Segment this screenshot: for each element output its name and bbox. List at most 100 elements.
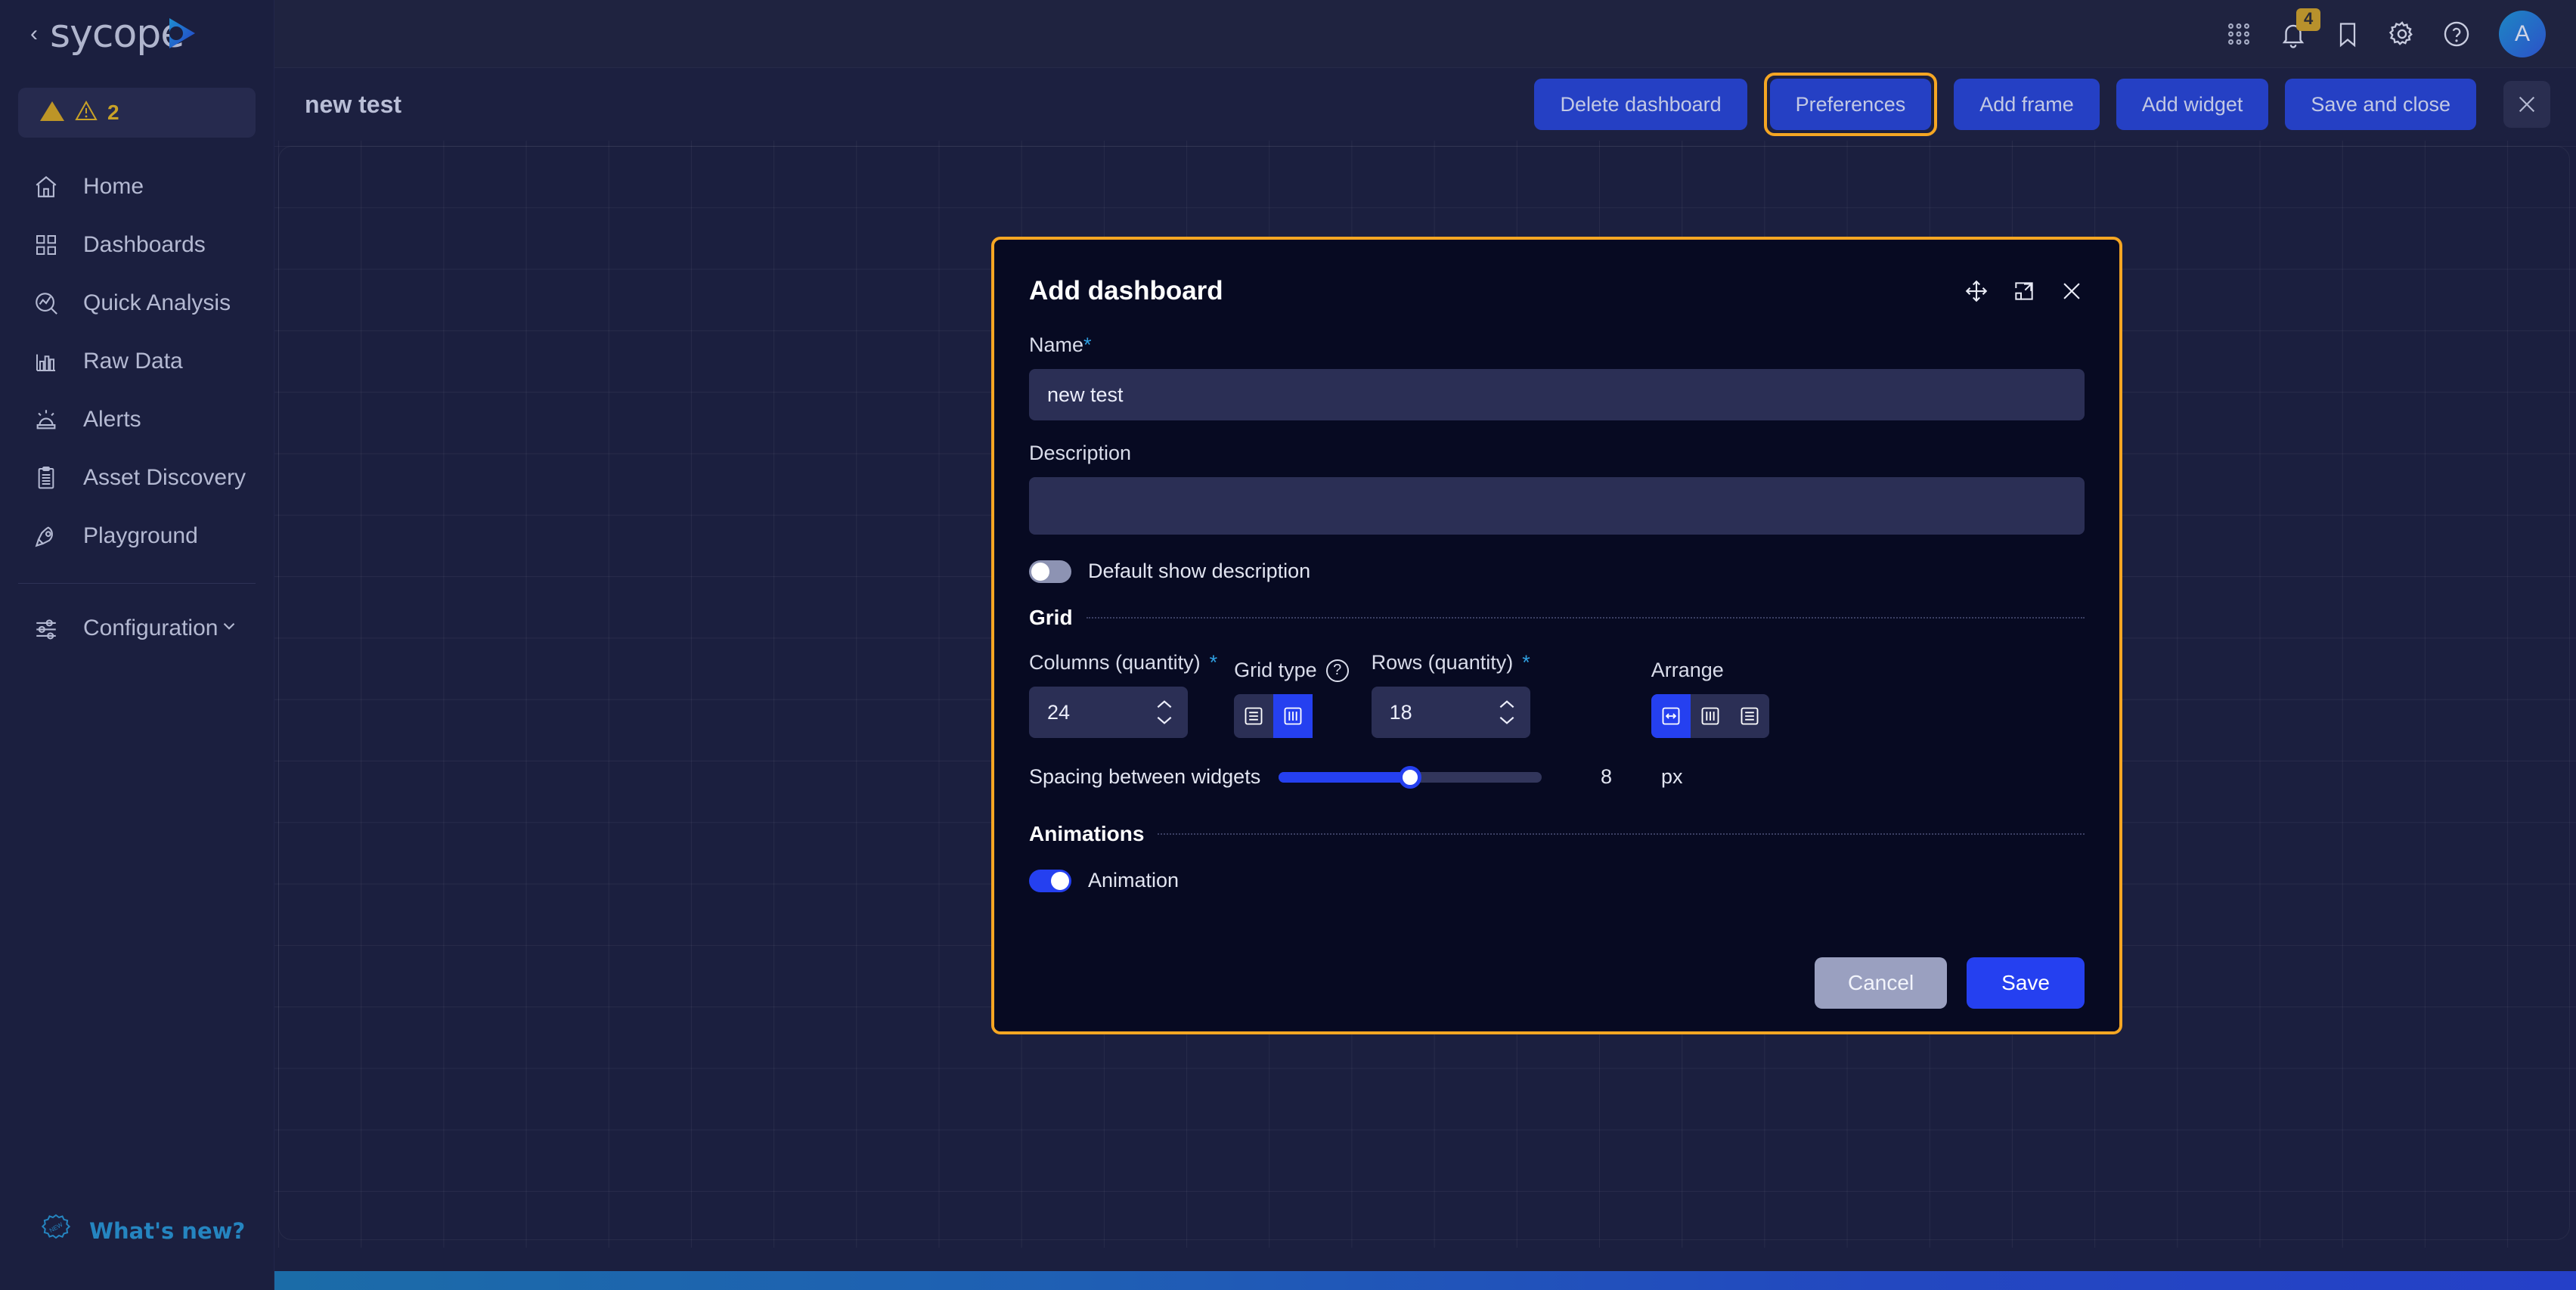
sidebar-item-label: Configuration <box>83 615 219 640</box>
cancel-button[interactable]: Cancel <box>1815 957 1948 1009</box>
grid-type-rows-option[interactable] <box>1234 694 1274 738</box>
description-field-block: Description <box>1029 442 2085 538</box>
clipboard-list-icon <box>32 464 60 492</box>
save-button[interactable]: Save <box>1967 957 2085 1009</box>
sidebar-logo-row: ‹ sycope <box>0 0 274 68</box>
home-icon <box>32 172 60 201</box>
required-asterisk: * <box>1083 333 1092 356</box>
animations-section-header: Animations <box>1029 822 2085 846</box>
add-dashboard-dialog: Add dashboard Name* new test Description… <box>991 237 2122 1034</box>
magnifier-chart-icon <box>32 289 60 318</box>
arrange-horizontal-option[interactable] <box>1651 694 1691 738</box>
dialog-body: Name* Description Default show descripti… <box>994 333 2119 935</box>
new-badge-icon: NEW <box>39 1212 73 1249</box>
name-label-text: Name <box>1029 333 1084 356</box>
modal-overlay: Add dashboard Name* new test Description… <box>274 0 2576 1290</box>
sidebar-item-home[interactable]: Home <box>0 157 274 216</box>
stepper-arrows[interactable] <box>1155 699 1174 725</box>
sliders-icon <box>32 614 60 643</box>
default-show-description-toggle[interactable] <box>1029 560 1071 583</box>
slider-thumb[interactable] <box>1399 765 1421 789</box>
whats-new-label: What's new? <box>89 1217 246 1244</box>
rows-stepper[interactable] <box>1371 687 1530 738</box>
sidebar-item-raw-data[interactable]: Raw Data <box>0 332 274 390</box>
grid-section-title: Grid <box>1029 606 1073 629</box>
spacing-unit: px <box>1661 765 1683 788</box>
grid-type-columns-option[interactable] <box>1273 694 1313 738</box>
dialog-title: Add dashboard <box>1029 276 1223 305</box>
sidebar-divider <box>18 583 256 584</box>
maximize-icon[interactable] <box>2012 279 2036 303</box>
name-label: Name* <box>1029 333 2085 357</box>
arrange-columns-option[interactable] <box>1690 694 1730 738</box>
sidebar-item-configuration[interactable]: Configuration <box>0 599 274 657</box>
sidebar-item-alerts[interactable]: Alerts <box>0 390 274 448</box>
sidebar-item-label: Home <box>83 173 144 199</box>
chevron-left-icon[interactable]: ‹ <box>30 23 38 45</box>
help-circle-icon[interactable]: ? <box>1325 659 1349 682</box>
description-textarea[interactable] <box>1029 477 2085 535</box>
rows-field: Rows (quantity) * <box>1371 651 1530 738</box>
sidebar-item-label: Raw Data <box>83 348 183 374</box>
sidebar-item-label: Playground <box>83 523 198 548</box>
bar-chart-icon <box>32 347 60 376</box>
name-input[interactable] <box>1029 369 2085 420</box>
animation-toggle[interactable] <box>1029 869 1071 892</box>
arrange-rows-option[interactable] <box>1729 694 1769 738</box>
arrange-field: Arrange <box>1651 659 1769 738</box>
rows-label: Rows (quantity) * <box>1372 651 1530 674</box>
close-icon[interactable] <box>2059 278 2085 304</box>
dialog-footer: Cancel Save <box>994 935 2119 1031</box>
stepper-arrows[interactable] <box>1497 699 1517 725</box>
grid-squares-icon <box>32 231 60 259</box>
grid-type-label-text: Grid type <box>1234 659 1317 681</box>
alert-count: 2 <box>107 101 119 124</box>
sidebar-item-playground[interactable]: Playground <box>0 507 274 565</box>
sycope-play-logo <box>162 14 201 57</box>
toggle-knob <box>1051 871 1069 890</box>
dialog-header-actions <box>1964 278 2085 304</box>
arrange-label: Arrange <box>1651 659 1724 681</box>
sidebar-nav: Home Dashboards Quick Analysis Raw Data … <box>0 157 274 657</box>
columns-label-text: Columns (quantity) <box>1029 651 1201 674</box>
columns-label: Columns (quantity) * <box>1029 651 1217 674</box>
animation-label: Animation <box>1088 869 1180 892</box>
spacing-slider[interactable] <box>1279 765 1542 789</box>
rocket-icon <box>32 522 60 550</box>
app-root: ‹ sycope 2 Home Dashboards Quick Analysi… <box>0 0 2576 1290</box>
sidebar-item-dashboards[interactable]: Dashboards <box>0 216 274 274</box>
sidebar-item-label: Alerts <box>83 406 141 432</box>
warning-triangle-filled-icon <box>39 100 65 126</box>
move-arrows-icon[interactable] <box>1964 278 1989 304</box>
columns-stepper[interactable] <box>1029 687 1188 738</box>
required-asterisk: * <box>1522 651 1530 674</box>
section-divider <box>1086 617 2085 619</box>
warning-triangle-icon <box>75 100 98 126</box>
dialog-header: Add dashboard <box>994 240 2119 306</box>
animations-section-title: Animations <box>1029 822 1145 845</box>
main-area: 4 A new test Delete dashboard Preference… <box>274 0 2576 1290</box>
rows-label-text: Rows (quantity) <box>1371 651 1514 674</box>
name-field-block: Name* <box>1029 333 2085 420</box>
sidebar-item-asset-discovery[interactable]: Asset Discovery <box>0 448 274 507</box>
grid-controls-row: Columns (quantity) * 24 Grid type ? Rows… <box>1029 651 2085 738</box>
brand-logo[interactable]: sycope <box>50 11 195 57</box>
sidebar-alert-card[interactable]: 2 <box>18 88 256 138</box>
columns-field: Columns (quantity) * <box>1029 651 1217 738</box>
arrange-segmented-control <box>1651 694 1769 738</box>
sidebar-item-label: Quick Analysis <box>83 290 231 315</box>
spacing-label: Spacing between widgets <box>1029 765 1261 788</box>
sidebar: ‹ sycope 2 Home Dashboards Quick Analysi… <box>0 0 274 1290</box>
whats-new-link[interactable]: NEW What's new? <box>0 1212 274 1249</box>
grid-type-label: Grid type ? <box>1234 659 1349 682</box>
chevron-down-icon[interactable] <box>219 616 239 640</box>
slider-fill <box>1279 771 1410 783</box>
animation-row: Animation <box>1029 869 2085 892</box>
siren-icon <box>32 405 60 434</box>
section-divider <box>1158 833 2085 835</box>
default-show-description-label: Default show description <box>1088 560 1311 582</box>
description-label: Description <box>1029 442 1132 464</box>
sidebar-item-quick-analysis[interactable]: Quick Analysis <box>0 274 274 332</box>
default-show-description-row: Default show description <box>1029 560 2085 583</box>
body-scroll-clip <box>994 904 2119 935</box>
